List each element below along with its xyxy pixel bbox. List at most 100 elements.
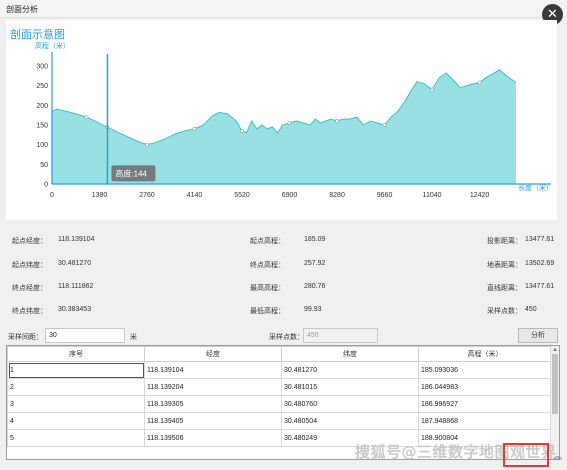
- stat-sample-count: 采样点数： 450: [487, 306, 537, 316]
- x-tick-label: 2760: [139, 192, 155, 199]
- cell-lat[interactable]: 30.481270: [281, 361, 419, 379]
- sample-point: [84, 115, 89, 119]
- col-header-index[interactable]: 序号: [7, 346, 145, 362]
- cell-lon[interactable]: 118.139104: [144, 361, 282, 379]
- stat-end-lon-label: 终点经度：: [12, 285, 47, 292]
- chevron-up-icon[interactable]: ︽: [553, 449, 562, 462]
- cell-lat[interactable]: 30.480760: [281, 395, 419, 413]
- cell-lat[interactable]: 30.480504: [281, 412, 419, 430]
- window-title: 剖面分析: [6, 5, 38, 14]
- stat-surface-dist-value: 13502.69: [525, 260, 555, 267]
- x-tick-label: 4140: [187, 192, 203, 199]
- sample-point: [240, 128, 244, 133]
- stat-proj-dist-label: 投影距离：: [487, 238, 522, 245]
- stat-start-lon: 起点经度： 118.139104: [12, 236, 94, 246]
- cell-index[interactable]: 4: [7, 412, 145, 430]
- chart-title: 剖面示意图: [10, 29, 65, 41]
- cell-index[interactable]: 3: [7, 395, 145, 413]
- x-tick-label: 5520: [234, 192, 250, 199]
- profile-chart-panel: 0 50 100 150 200 250 300 0 1380 2760 4140 5520 6900 8…: [6, 20, 557, 220]
- cell-lon[interactable]: 118.139204: [144, 378, 282, 396]
- stat-end-lon: 终点经度： 118.111862: [12, 283, 93, 293]
- cell-lon[interactable]: 118.139305: [144, 395, 282, 413]
- y-tick-label: 150: [36, 122, 48, 129]
- x-tick-label: 8280: [329, 192, 345, 199]
- stat-surface-dist-label: 地表距离：: [487, 262, 522, 269]
- interval-label: 采样间距：: [8, 334, 43, 341]
- cell-elev[interactable]: 186.996927: [418, 395, 552, 413]
- col-header-elev[interactable]: 高程（米）: [418, 346, 552, 362]
- cell-elev[interactable]: 185.093036: [418, 361, 552, 379]
- scroll-up-icon[interactable]: ▲: [552, 347, 558, 353]
- sample-point: [382, 123, 387, 127]
- window-titlebar: 剖面分析: [0, 0, 567, 18]
- stat-end-elev-value: 257.92: [304, 260, 326, 267]
- stat-end-lon-value: 118.111862: [58, 283, 94, 290]
- stat-end-lat: 终点纬度： 30.383453: [12, 306, 91, 316]
- scroll-top-highlight: [503, 443, 549, 467]
- stat-max-elev-value: 280.76: [304, 283, 326, 290]
- stat-proj-dist: 投影距离： 13477.61: [487, 236, 554, 246]
- table-header-row: 序号 经度 纬度 高程（米）: [7, 346, 552, 362]
- stat-min-elev-label: 最低高程：: [250, 308, 285, 315]
- scrollbar-thumb[interactable]: [552, 354, 558, 414]
- x-tick-label: 1380: [92, 192, 108, 199]
- stat-end-elev-label: 终点高程：: [250, 262, 285, 269]
- x-tick-label: 9660: [377, 192, 393, 199]
- points-label: 采样点数：: [269, 334, 304, 341]
- stat-start-elev: 起点高程： 185.09: [250, 236, 325, 246]
- cell-index[interactable]: 2: [7, 378, 145, 396]
- stat-surface-dist: 地表距离： 13502.69: [487, 260, 554, 270]
- cell-lat[interactable]: 30.481015: [281, 378, 419, 396]
- stat-sample-count-label: 采样点数：: [487, 308, 522, 315]
- col-header-lon[interactable]: 经度: [144, 346, 282, 362]
- stat-end-lat-value: 30.383453: [58, 306, 92, 313]
- stat-start-elev-label: 起点高程：: [250, 238, 285, 245]
- sample-point: [477, 80, 482, 85]
- stat-sample-count-value: 450: [525, 306, 537, 313]
- x-tick-label: 6900: [282, 192, 298, 199]
- cell-elev[interactable]: 186.044983: [418, 378, 552, 396]
- cell-lon[interactable]: 118.139506: [144, 429, 282, 447]
- sample-point: [287, 121, 292, 125]
- table-row[interactable]: 2 118.139204 30.481015 186.044983: [7, 378, 552, 396]
- y-tick-label: 200: [36, 103, 48, 110]
- x-tick-label: 11040: [423, 192, 442, 199]
- stat-max-elev-label: 最高高程：: [250, 285, 285, 292]
- stat-start-lat-label: 起点纬度：: [12, 262, 47, 269]
- stat-max-elev: 最高高程： 280.76: [250, 283, 325, 293]
- cell-lon[interactable]: 118.139405: [144, 412, 282, 430]
- stat-start-lon-label: 起点经度：: [12, 238, 47, 245]
- cell-elev[interactable]: 187.948868: [418, 412, 552, 430]
- stat-straight-dist-value: 13477.61: [525, 283, 555, 290]
- sample-point: [145, 142, 149, 147]
- tooltip-label: 高度:144: [115, 168, 147, 178]
- y-tick-label: 50: [40, 162, 48, 169]
- stat-straight-dist: 直线距离： 13477.61: [487, 283, 554, 293]
- table-row[interactable]: 3 118.139305 30.480760 186.996927: [7, 395, 552, 413]
- y-tick-label: 0: [44, 182, 48, 189]
- stat-start-lon-value: 118.139104: [58, 236, 95, 243]
- cell-index[interactable]: 5: [7, 429, 145, 447]
- y-axis-label: 高程（米）: [35, 41, 70, 50]
- profile-chart: 0 50 100 150 200 250 300 0 1380 2760 4140 5520 6900 8…: [35, 41, 553, 199]
- points-input: [303, 328, 378, 343]
- stat-straight-dist-label: 直线距离：: [487, 285, 522, 292]
- stat-proj-dist-value: 13477.61: [525, 236, 555, 243]
- y-tick-label: 100: [36, 142, 48, 149]
- table-row[interactable]: 4 118.139405 30.480504 187.948868: [7, 412, 552, 430]
- col-header-lat[interactable]: 纬度: [281, 346, 419, 362]
- analyze-button[interactable]: 分析: [518, 328, 558, 343]
- cell-index[interactable]: 1: [7, 361, 145, 379]
- interval-input[interactable]: [45, 328, 125, 343]
- interval-unit: 米: [130, 334, 137, 341]
- table-row[interactable]: 1 118.139104 30.481270 185.093036: [7, 361, 552, 379]
- x-tick-label: 12420: [470, 192, 490, 199]
- y-tick-label: 300: [36, 63, 48, 70]
- stat-end-lat-label: 终点纬度：: [12, 308, 47, 315]
- sample-point: [430, 87, 434, 92]
- sampling-controls: 采样间距： 米 采样点数： 分析: [6, 328, 558, 344]
- sample-table: 序号 经度 纬度 高程（米） 1 118.139104 30.481270 18…: [7, 346, 552, 447]
- stat-min-elev: 最低高程： 99.93: [250, 306, 322, 316]
- stat-start-lat: 起点纬度： 30.481270: [12, 260, 91, 270]
